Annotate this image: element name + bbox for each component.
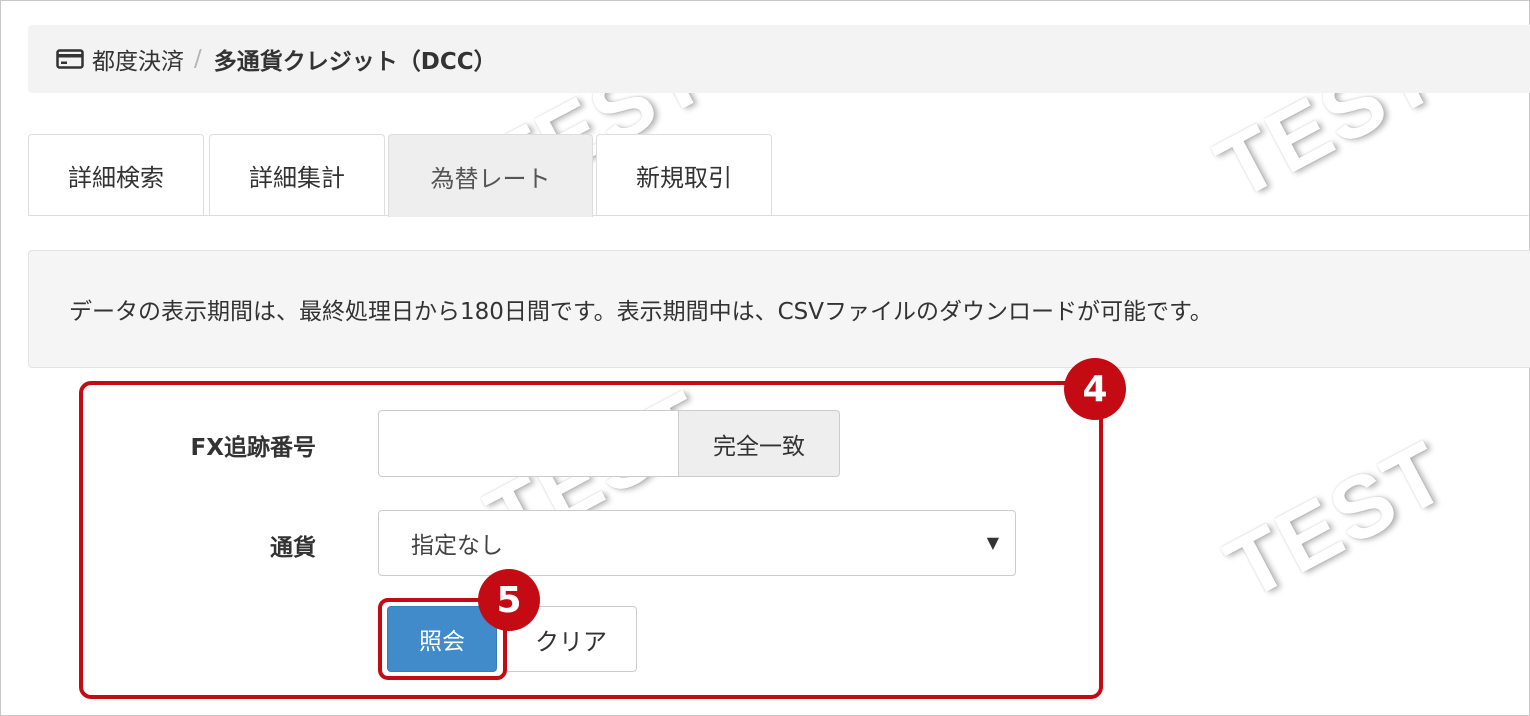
tab-bar: 詳細検索 詳細集計 為替レート 新規取引 xyxy=(28,134,1530,217)
caret-down-icon: ▼ xyxy=(986,533,999,552)
fx-tracking-number-input[interactable] xyxy=(378,410,678,477)
currency-label: 通貨 xyxy=(270,535,316,561)
tab-exchange-rate[interactable]: 為替レート xyxy=(388,134,593,217)
search-button[interactable]: 照会 xyxy=(387,606,497,672)
breadcrumb-separator: / xyxy=(194,46,202,72)
exact-match-addon: 完全一致 xyxy=(678,410,840,477)
page-title: 多通貨クレジット（DCC） xyxy=(213,49,497,75)
tab-new-transaction[interactable]: 新規取引 xyxy=(596,134,772,215)
breadcrumb-parent[interactable]: 都度決済 xyxy=(92,42,184,76)
step-badge-5: 5 xyxy=(478,569,540,631)
credit-card-icon xyxy=(56,49,84,69)
tab-detail-search[interactable]: 詳細検索 xyxy=(28,134,204,215)
breadcrumb: 都度決済 / 多通貨クレジット（DCC） xyxy=(28,25,1530,93)
info-notice: データの表示期間は、最終処理日から180日間です。表示期間中は、CSVファイルの… xyxy=(28,250,1530,368)
tab-detail-aggregate[interactable]: 詳細集計 xyxy=(209,134,385,215)
notice-text: データの表示期間は、最終処理日から180日間です。表示期間中は、CSVファイルの… xyxy=(69,299,1213,325)
fx-tracking-number-label: FX追跡番号 xyxy=(190,435,316,461)
tab-bar-divider xyxy=(28,215,1530,216)
currency-select[interactable]: 指定なし ▼ xyxy=(378,510,1016,576)
step-badge-4: 4 xyxy=(1064,358,1126,420)
currency-selected-value: 指定なし xyxy=(411,533,503,559)
